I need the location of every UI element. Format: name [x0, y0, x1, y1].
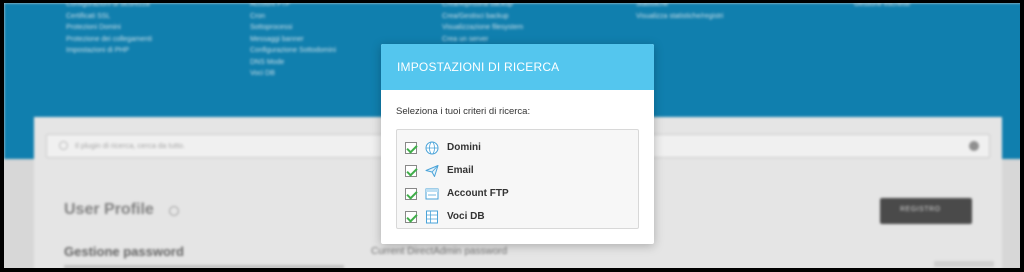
criteria-label: Email	[447, 165, 474, 176]
modal-body: Seleziona i tuoi criteri di ricerca: Dom…	[381, 90, 654, 229]
criteria-label: Voci DB	[447, 211, 485, 222]
criteria-option-ftp[interactable]: Account FTP	[405, 182, 630, 205]
modal-title: IMPOSTAZIONI DI RICERCA	[397, 60, 560, 74]
screen-frame: Configurazioni di sicurezza Certificati …	[0, 0, 1024, 272]
criteria-option-db[interactable]: Voci DB	[405, 205, 630, 228]
criteria-label: Account FTP	[447, 188, 509, 199]
search-settings-modal: IMPOSTAZIONI DI RICERCA Seleziona i tuoi…	[381, 44, 654, 244]
checkbox-ftp[interactable]	[405, 187, 417, 200]
criteria-option-domini[interactable]: Domini	[405, 136, 630, 159]
modal-header: IMPOSTAZIONI DI RICERCA	[381, 44, 654, 90]
modal-prompt: Seleziona i tuoi criteri di ricerca:	[396, 106, 531, 117]
checkbox-db[interactable]	[405, 210, 417, 223]
paper-plane-icon	[425, 164, 439, 178]
ftp-window-icon	[425, 187, 439, 201]
checkbox-email[interactable]	[405, 164, 417, 177]
checkbox-domini[interactable]	[405, 141, 417, 154]
globe-icon	[425, 141, 439, 155]
database-table-icon	[425, 210, 439, 224]
criteria-label: Domini	[447, 142, 481, 153]
criteria-option-email[interactable]: Email	[405, 159, 630, 182]
search-criteria-list: Domini Email Account FTP Voci DB	[396, 129, 639, 229]
